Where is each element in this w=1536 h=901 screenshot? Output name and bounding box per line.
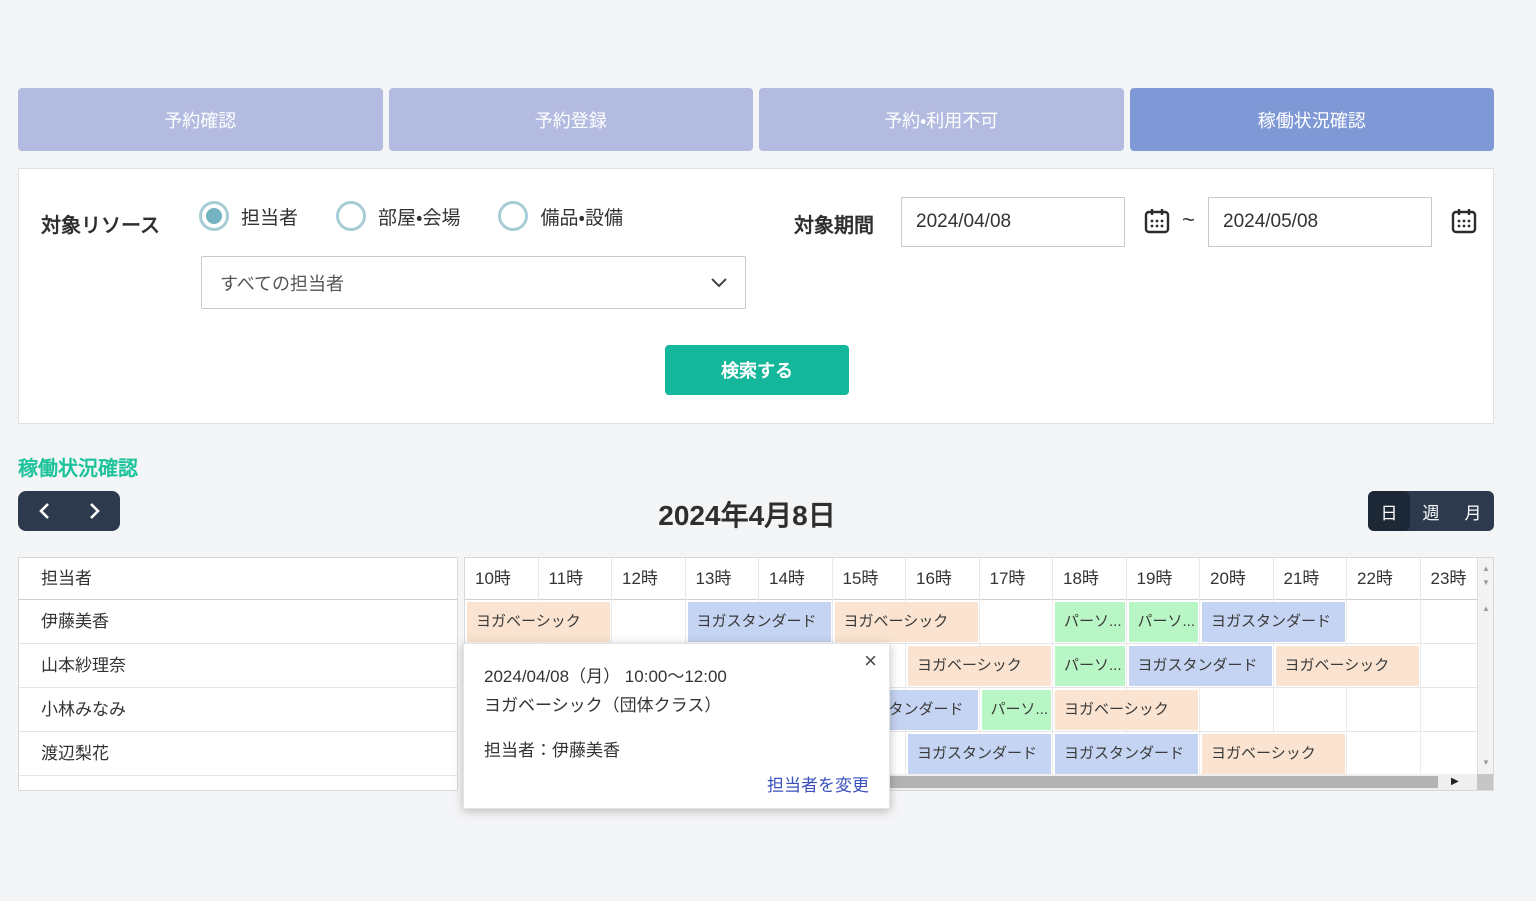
resource-radio-group: 担当者 部屋・会場 備品・設備 [199, 201, 623, 231]
staff-rows: 伊藤美香山本紗理奈小林みなみ渡辺梨花 [19, 600, 457, 776]
section-title: 稼働状況確認 [18, 452, 138, 481]
grid-cell[interactable] [1347, 688, 1421, 731]
period-label: 対象期間 [794, 209, 874, 238]
scroll-right-icon[interactable]: ▶ [1451, 776, 1459, 787]
filter-panel: 対象リソース 担当者 部屋・会場 備品・設備 すべての担当者 対象期間 2024/0… [18, 168, 1494, 424]
scroll-down-icon[interactable]: ▼ [1478, 758, 1494, 767]
radio-room-icon [336, 201, 366, 231]
time-header-cell: 17時 [980, 558, 1054, 600]
radio-staff-label: 担当者 [241, 203, 298, 230]
radio-equipment-icon [498, 201, 528, 231]
time-header-cell: 13時 [686, 558, 760, 600]
grid-cell[interactable] [980, 600, 1054, 643]
scrollbar-corner [1477, 774, 1493, 790]
grid-cell[interactable] [1347, 600, 1421, 643]
time-header-cell: 22時 [1347, 558, 1421, 600]
search-button[interactable]: 検索する [665, 345, 849, 395]
scroll-down-icon[interactable]: ▼ [1478, 578, 1494, 587]
staff-column-header: 担当者 [19, 558, 457, 600]
time-header-cell: 10時 [465, 558, 539, 600]
radio-room[interactable]: 部屋・会場 [336, 201, 460, 231]
schedule-event[interactable]: ヨガベーシック [467, 602, 610, 642]
time-header-row: 10時11時12時13時14時15時16時17時18時19時20時21時22時2… [465, 558, 1493, 600]
schedule-event[interactable]: ヨガスタンダード [1055, 734, 1198, 774]
calendar-icon[interactable] [1450, 207, 1478, 235]
scroll-up-icon[interactable]: ▲ [1478, 564, 1494, 573]
radio-staff-icon [199, 201, 229, 231]
time-header-cell: 15時 [833, 558, 907, 600]
schedule-event[interactable]: ヨガスタンダード [1202, 602, 1345, 642]
vertical-scrollbar[interactable]: ▲ ▼ ▲ ▼ [1477, 558, 1493, 776]
schedule-event[interactable]: パーソ... [1055, 602, 1125, 642]
staff-dropdown[interactable]: すべての担当者 [201, 256, 746, 309]
schedule-event[interactable]: ヨガスタンダード [688, 602, 831, 642]
tab-reservation-check[interactable]: 予約確認 [18, 88, 383, 151]
schedule-row: ヨガベーシックヨガスタンダードヨガベーシックパーソ...パーソ...ヨガスタンダ… [465, 600, 1493, 644]
app-root: 予約確認予約登録予約・利用不可稼働状況確認 対象リソース 担当者部屋・会場備品・… [0, 0, 1536, 901]
date-heading: 2024年4月8日 [0, 494, 1494, 534]
grid-cell[interactable] [612, 600, 686, 643]
staff-name: 伊藤美香 [19, 600, 457, 644]
staff-name: 小林みなみ [19, 688, 457, 732]
schedule-event[interactable]: パーソ... [1055, 646, 1125, 686]
popup-staff: 担当者：伊藤美香 [484, 736, 620, 761]
scroll-up-icon[interactable]: ▲ [1478, 604, 1494, 613]
schedule-event[interactable]: ヨガベーシック [1276, 646, 1419, 686]
radio-room-label: 部屋・会場 [378, 203, 460, 230]
grid-cell[interactable] [1200, 688, 1274, 731]
time-header-cell: 11時 [539, 558, 613, 600]
chevron-down-icon [711, 278, 727, 288]
time-header-cell: 12時 [612, 558, 686, 600]
staff-name: 渡辺梨花 [19, 732, 457, 776]
grid-cell[interactable] [1347, 732, 1421, 775]
schedule-event[interactable]: パーソ... [982, 690, 1052, 730]
date-from-input[interactable]: 2024/04/08 [901, 197, 1125, 247]
grid-cell[interactable] [1274, 688, 1348, 731]
change-staff-link[interactable]: 担当者を変更 [767, 771, 869, 796]
date-to-input[interactable]: 2024/05/08 [1208, 197, 1432, 247]
tab-occupancy-status[interactable]: 稼働状況確認 [1130, 88, 1495, 151]
radio-staff[interactable]: 担当者 [199, 201, 298, 231]
staff-dropdown-value: すべての担当者 [220, 270, 344, 296]
tab-bar: 予約確認予約登録予約・利用不可稼働状況確認 [18, 88, 1494, 151]
schedule-event[interactable]: ヨガスタンダード [908, 734, 1051, 774]
schedule-event[interactable]: ヨガベーシック [835, 602, 978, 642]
view-month[interactable]: 月 [1452, 491, 1494, 531]
close-icon[interactable]: × [864, 648, 877, 674]
radio-equipment-label: 備品・設備 [540, 203, 622, 230]
view-day[interactable]: 日 [1368, 491, 1410, 531]
date-range-separator: ~ [1182, 207, 1195, 233]
tab-reservation-register[interactable]: 予約登録 [389, 88, 754, 151]
radio-equipment[interactable]: 備品・設備 [498, 201, 622, 231]
staff-pane: 担当者 伊藤美香山本紗理奈小林みなみ渡辺梨花 [18, 557, 458, 791]
event-detail-popup: × 2024/04/08（月） 10:00〜12:00 ヨガベーシック（団体クラ… [463, 643, 890, 809]
schedule-event[interactable]: ヨガスタンダード [1129, 646, 1272, 686]
time-header-cell: 18時 [1053, 558, 1127, 600]
view-toggle: 日週月 [1368, 491, 1494, 531]
time-header-cell: 19時 [1127, 558, 1201, 600]
tab-reservation-unavailable[interactable]: 予約・利用不可 [759, 88, 1124, 151]
schedule-event[interactable]: ヨガベーシック [1202, 734, 1345, 774]
resource-label: 対象リソース [41, 209, 160, 238]
view-week[interactable]: 週 [1410, 491, 1452, 531]
time-header-cell: 21時 [1274, 558, 1348, 600]
schedule-event[interactable]: パーソ... [1129, 602, 1199, 642]
time-header-cell: 14時 [759, 558, 833, 600]
time-header-cell: 20時 [1200, 558, 1274, 600]
popup-datetime: 2024/04/08（月） 10:00〜12:00 [484, 662, 727, 687]
time-header-cell: 16時 [906, 558, 980, 600]
schedule-event[interactable]: ヨガベーシック [1055, 690, 1198, 730]
popup-event-title: ヨガベーシック（団体クラス） [484, 691, 721, 716]
schedule-event[interactable]: ヨガベーシック [908, 646, 1051, 686]
staff-name: 山本紗理奈 [19, 644, 457, 688]
calendar-icon[interactable] [1143, 207, 1171, 235]
